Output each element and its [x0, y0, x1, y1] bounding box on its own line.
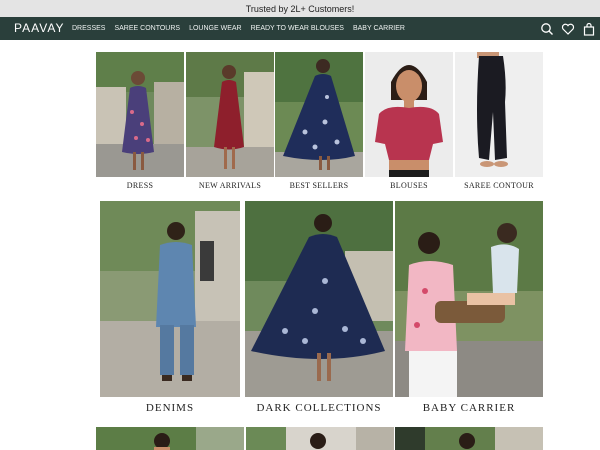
main-navbar: PAAVAY DRESSES SAREE CONTOURS LOUNGE WEA…	[0, 17, 600, 40]
category-tile-saree-contour[interactable]: SAREE CONTOUR	[455, 52, 543, 192]
category-tile-blouses[interactable]: BLOUSES	[365, 52, 453, 192]
announcement-text: Trusted by 2L+ Customers!	[245, 3, 355, 14]
cart-icon[interactable]	[582, 22, 596, 36]
heart-icon[interactable]	[561, 22, 575, 36]
menu-item-lounge-wear[interactable]: LOUNGE WEAR	[189, 25, 242, 32]
category-tile-dress[interactable]: DRESS	[96, 52, 184, 192]
brand-logo[interactable]: PAAVAY	[14, 21, 64, 35]
category-image-dark-collections[interactable]	[245, 201, 393, 397]
category-image-new-arrivals[interactable]	[186, 52, 274, 177]
category-label-denims[interactable]: DENIMS	[100, 402, 240, 414]
category-tile-row3-2[interactable]	[246, 427, 394, 450]
category-tile-row3-3[interactable]	[395, 427, 543, 450]
category-tile-dark-collections[interactable]: DARK COLLECTIONS	[245, 201, 393, 417]
search-icon[interactable]	[540, 22, 554, 36]
category-tile-new-arrivals[interactable]: NEW ARRIVALS	[186, 52, 274, 192]
category-image-denims[interactable]	[100, 201, 240, 397]
category-image-saree-contour[interactable]	[455, 52, 543, 177]
category-image-row3-2[interactable]	[246, 427, 394, 450]
main-menu: DRESSES SAREE CONTOURS LOUNGE WEAR READY…	[72, 17, 414, 40]
category-image-baby-carrier[interactable]	[395, 201, 543, 397]
category-image-best-sellers[interactable]	[275, 52, 363, 177]
announcement-bar: Trusted by 2L+ Customers!	[0, 0, 600, 17]
header-icons	[533, 21, 596, 36]
category-label-saree-contour[interactable]: SAREE CONTOUR	[455, 181, 543, 190]
category-label-blouses[interactable]: BLOUSES	[365, 181, 453, 190]
category-label-dark-collections[interactable]: DARK COLLECTIONS	[245, 402, 393, 414]
category-tile-denims[interactable]: DENIMS	[100, 201, 240, 417]
menu-item-ready-to-wear-blouses[interactable]: READY TO WEAR BLOUSES	[251, 25, 344, 32]
category-label-baby-carrier[interactable]: BABY CARRIER	[395, 402, 543, 414]
menu-item-baby-carrier[interactable]: BABY CARRIER	[353, 25, 405, 32]
menu-item-saree-contours[interactable]: SAREE CONTOURS	[114, 25, 180, 32]
menu-item-dresses[interactable]: DRESSES	[72, 25, 105, 32]
category-label-best-sellers[interactable]: BEST SELLERS	[275, 181, 363, 190]
category-label-dress[interactable]: DRESS	[96, 181, 184, 190]
category-image-row3-1[interactable]	[96, 427, 244, 450]
category-tile-row3-1[interactable]	[96, 427, 244, 450]
category-label-new-arrivals[interactable]: NEW ARRIVALS	[186, 181, 274, 190]
category-image-blouses[interactable]	[365, 52, 453, 177]
category-image-dress[interactable]	[96, 52, 184, 177]
category-tile-best-sellers[interactable]: BEST SELLERS	[275, 52, 363, 192]
category-image-row3-3[interactable]	[395, 427, 543, 450]
category-tile-baby-carrier[interactable]: BABY CARRIER	[395, 201, 543, 417]
